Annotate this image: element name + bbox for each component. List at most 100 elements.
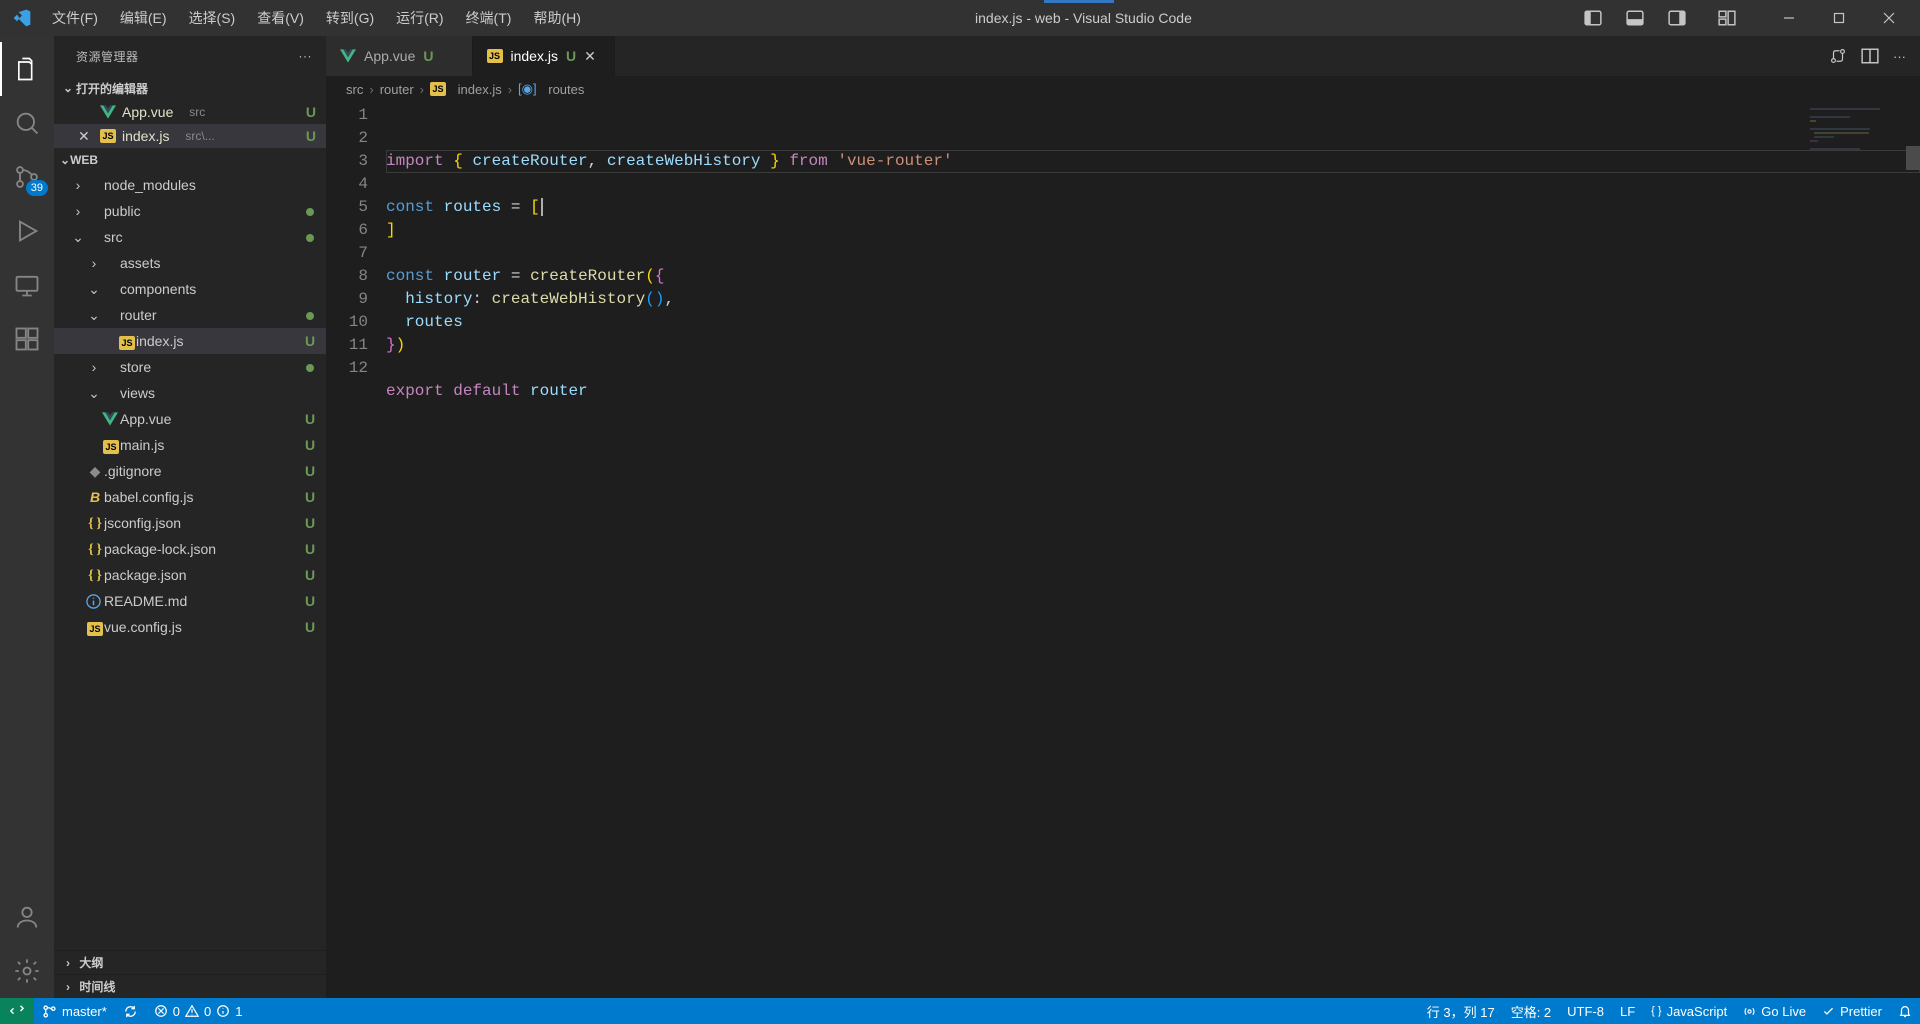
window-close-button[interactable] (1866, 0, 1912, 36)
compare-changes-icon[interactable] (1829, 47, 1847, 65)
menu-edit[interactable]: 编辑(E) (110, 4, 177, 32)
crumb-router: router (380, 82, 414, 97)
split-editor-icon[interactable] (1861, 47, 1879, 65)
tree-file[interactable]: JSvue.config.jsU (54, 614, 326, 640)
activity-explorer[interactable] (0, 42, 54, 96)
status-bar: master* 0 0 1 行 3，列 17 空格: 2 UTF-8 LF { … (0, 998, 1920, 1024)
activity-extensions[interactable] (0, 312, 54, 366)
tree-folder[interactable]: ›assets (54, 250, 326, 276)
vue-icon (102, 412, 120, 426)
crumb-src: src (346, 82, 363, 97)
activity-source-control[interactable]: 39 (0, 150, 54, 204)
menu-view[interactable]: 查看(V) (247, 4, 314, 32)
toggle-secondary-sidebar-icon[interactable] (1660, 4, 1694, 32)
json-icon: { } (88, 516, 102, 531)
status-prettier[interactable]: Prettier (1814, 998, 1890, 1024)
project-header[interactable]: ⌄WEB (54, 148, 326, 172)
menu-go[interactable]: 转到(G) (316, 4, 384, 32)
vue-icon (340, 49, 356, 63)
status-golive[interactable]: Go Live (1735, 998, 1814, 1024)
status-language[interactable]: { }JavaScript (1643, 998, 1735, 1024)
editor-tab[interactable]: JSindex.jsU✕ (473, 36, 616, 76)
toggle-panel-icon[interactable] (1618, 4, 1652, 32)
activity-search[interactable] (0, 96, 54, 150)
editor-tabs: App.vueU✕JSindex.jsU✕ ··· (326, 36, 1920, 76)
crumb-symbol: [◉] routes (518, 81, 584, 97)
tree-folder[interactable]: ⌄router (54, 302, 326, 328)
outline-header[interactable]: › 大纲 (54, 950, 326, 974)
title-bar: 文件(F) 编辑(E) 选择(S) 查看(V) 转到(G) 运行(R) 终端(T… (0, 0, 1920, 36)
status-cursor[interactable]: 行 3，列 17 (1419, 998, 1503, 1024)
js-icon: JS (100, 129, 116, 143)
tree-file[interactable]: ◆.gitignoreU (54, 458, 326, 484)
json-icon: { } (88, 542, 102, 557)
tree-file[interactable]: { }package.jsonU (54, 562, 326, 588)
crumb-file: JS index.js (430, 82, 502, 97)
code-area[interactable]: import { createRouter, createWebHistory … (386, 102, 1920, 998)
tree-folder[interactable]: ⌄components (54, 276, 326, 302)
git-icon: ◆ (90, 463, 101, 479)
status-notifications[interactable] (1890, 998, 1920, 1024)
breadcrumbs[interactable]: src› router› JS index.js› [◉] routes (326, 76, 1920, 102)
js-icon: JS (119, 336, 135, 350)
tree-file[interactable]: JSindex.jsU (54, 328, 326, 354)
status-problems[interactable]: 0 0 1 (146, 998, 251, 1024)
menu-bar: 文件(F) 编辑(E) 选择(S) 查看(V) 转到(G) 运行(R) 终端(T… (42, 4, 591, 32)
minimap-slider[interactable] (1906, 146, 1920, 170)
tree-file[interactable]: { }package-lock.jsonU (54, 536, 326, 562)
tree-file[interactable]: JSmain.jsU (54, 432, 326, 458)
sidebar-more-icon[interactable]: ··· (299, 49, 313, 63)
tree-folder[interactable]: ⌄src (54, 224, 326, 250)
tree-file[interactable]: { }jsconfig.jsonU (54, 510, 326, 536)
babel-icon: B (90, 489, 100, 505)
file-tree: ›node_modules›public⌄src›assets⌄componen… (54, 172, 326, 640)
activity-run-debug[interactable] (0, 204, 54, 258)
line-number-gutter: 123456789101112 (326, 102, 386, 998)
editor-group: App.vueU✕JSindex.jsU✕ ··· src› router› J… (326, 36, 1920, 998)
open-editor-item[interactable]: ✕App.vue srcU (54, 100, 326, 124)
js-icon: JS (430, 82, 446, 96)
vue-icon (100, 105, 116, 119)
json-icon: { } (88, 568, 102, 583)
timeline-header[interactable]: › 时间线 (54, 974, 326, 998)
window-maximize-button[interactable] (1816, 0, 1862, 36)
minimap[interactable] (1806, 106, 1906, 166)
status-remote[interactable] (0, 998, 34, 1024)
menu-selection[interactable]: 选择(S) (179, 4, 246, 32)
code-editor[interactable]: 123456789101112 import { createRouter, c… (326, 102, 1920, 998)
sidebar-title: 资源管理器 (76, 48, 139, 65)
symbol-variable-icon: [◉] (518, 81, 537, 97)
activity-accounts[interactable] (0, 890, 54, 944)
tree-file[interactable]: README.mdU (54, 588, 326, 614)
close-icon[interactable]: ✕ (78, 128, 94, 145)
toggle-primary-sidebar-icon[interactable] (1576, 4, 1610, 32)
menu-help[interactable]: 帮助(H) (523, 4, 590, 32)
activity-settings[interactable] (0, 944, 54, 998)
close-icon[interactable]: ✕ (584, 48, 600, 65)
status-encoding[interactable]: UTF-8 (1559, 998, 1612, 1024)
customize-layout-icon[interactable] (1710, 4, 1744, 32)
vscode-logo-icon (12, 8, 32, 28)
tree-file[interactable]: App.vueU (54, 406, 326, 432)
editor-tab[interactable]: App.vueU✕ (326, 36, 473, 76)
menu-file[interactable]: 文件(F) (42, 4, 108, 32)
activity-remote-explorer[interactable] (0, 258, 54, 312)
menu-run[interactable]: 运行(R) (386, 4, 453, 32)
activity-bar: 39 (0, 36, 54, 998)
js-icon: JS (87, 622, 103, 636)
tree-folder[interactable]: ›public (54, 198, 326, 224)
window-minimize-button[interactable] (1766, 0, 1812, 36)
status-eol[interactable]: LF (1612, 998, 1643, 1024)
editor-more-icon[interactable]: ··· (1893, 49, 1906, 64)
open-editor-item[interactable]: ✕JSindex.js src\...U (54, 124, 326, 148)
status-indent[interactable]: 空格: 2 (1503, 998, 1559, 1024)
status-branch[interactable]: master* (34, 998, 115, 1024)
tree-file[interactable]: Bbabel.config.jsU (54, 484, 326, 510)
tree-folder[interactable]: ⌄views (54, 380, 326, 406)
status-sync[interactable] (115, 998, 146, 1024)
open-editors-header[interactable]: ⌄打开的编辑器 (54, 76, 326, 100)
menu-terminal[interactable]: 终端(T) (456, 4, 522, 32)
window-title: index.js - web - Visual Studio Code (591, 10, 1576, 26)
tree-folder[interactable]: ›store (54, 354, 326, 380)
tree-folder[interactable]: ›node_modules (54, 172, 326, 198)
